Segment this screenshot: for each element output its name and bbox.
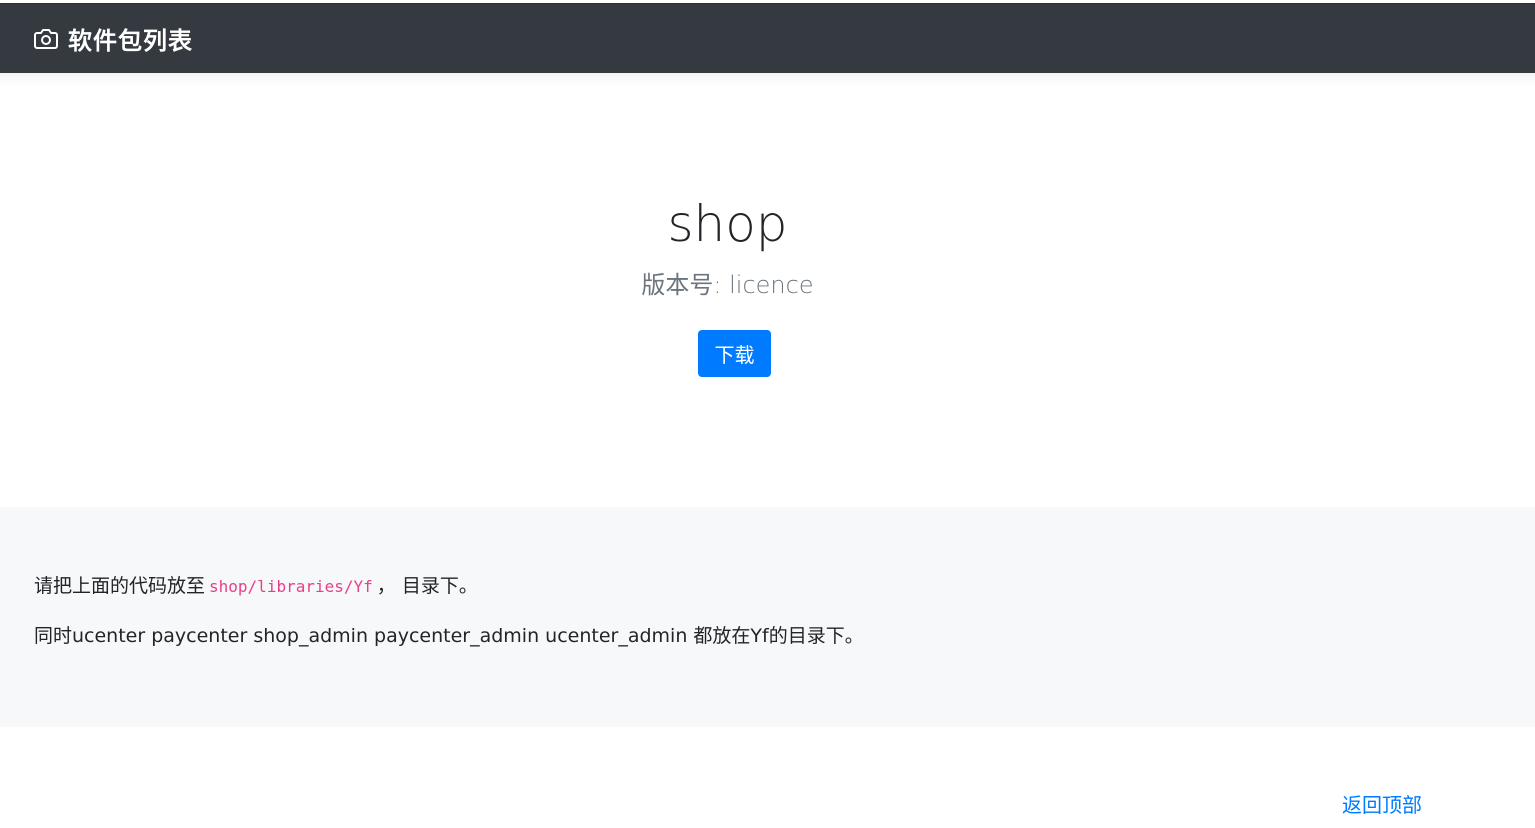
install-path-code: shop/libraries/Yf bbox=[209, 577, 373, 596]
package-title: shop bbox=[667, 195, 788, 253]
navbar: 软件包列表 bbox=[0, 3, 1535, 73]
camera-icon bbox=[34, 27, 58, 51]
navbar-brand-link[interactable]: 软件包列表 bbox=[34, 21, 193, 56]
package-version: 版本号: licence bbox=[641, 271, 814, 299]
install-instructions: 请把上面的代码放至 shop/libraries/Yf， 目录下。 同时ucent… bbox=[0, 507, 1535, 727]
instruction-line-path: 请把上面的代码放至 shop/libraries/Yf， 目录下。 bbox=[34, 571, 478, 598]
package-jumbotron: shop 版本号: licence 下载 bbox=[0, 87, 1535, 507]
instruction-text-before: 请把上面的代码放至 bbox=[34, 575, 206, 597]
navbar-shadow bbox=[0, 73, 1535, 87]
download-button[interactable]: 下载 bbox=[698, 330, 771, 377]
back-to-top-link[interactable]: 返回顶部 bbox=[1342, 789, 1422, 818]
instruction-line-modules: 同时ucenter paycenter shop_admin paycenter… bbox=[34, 625, 864, 647]
navbar-brand-label: 软件包列表 bbox=[68, 27, 193, 55]
instruction-text-after: ， 目录下。 bbox=[376, 575, 478, 597]
